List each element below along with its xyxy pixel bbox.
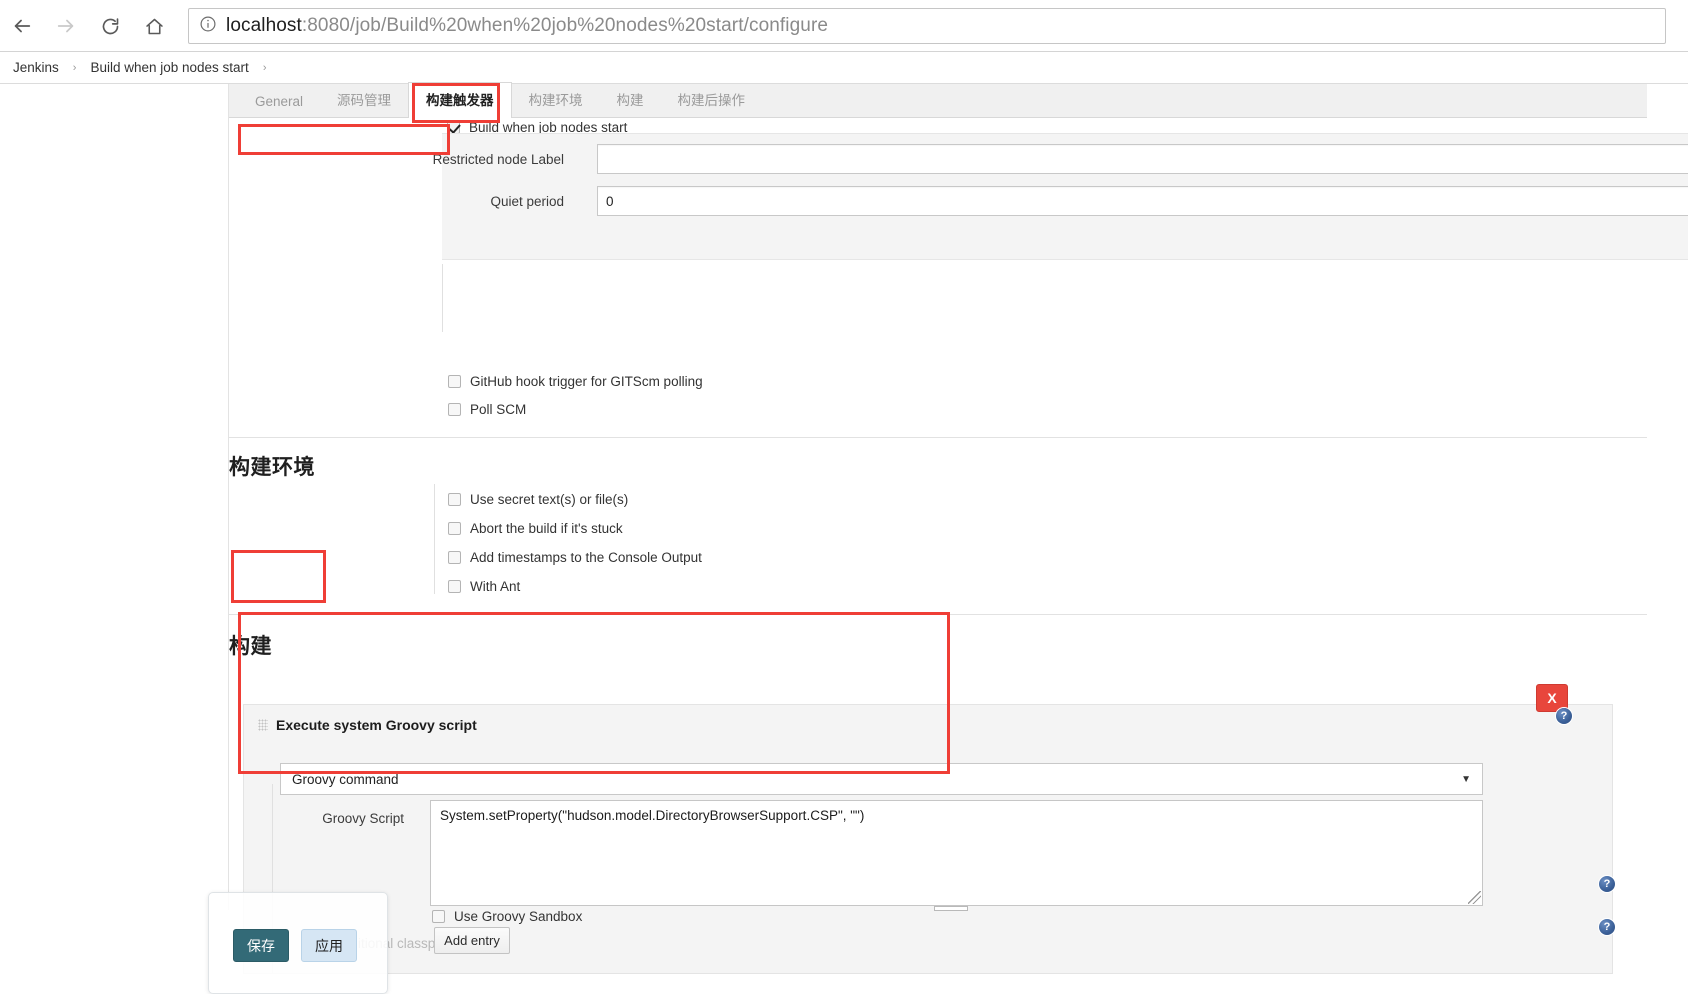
reload-icon[interactable] [88,4,132,48]
breadcrumb-separator-icon: › [72,61,77,74]
label-with-ant: With Ant [470,579,521,594]
tab-general[interactable]: General [238,88,320,117]
checkbox-use-secret-text[interactable] [448,493,461,506]
textarea-groovy-script-value: System.setProperty("hudson.model.Directo… [440,808,865,823]
section-divider [229,437,1647,438]
save-button[interactable]: 保存 [233,929,289,962]
textarea-groovy-script[interactable]: System.setProperty("hudson.model.Directo… [430,800,1483,906]
checkbox-row-poll-scm[interactable]: Poll SCM [448,402,526,417]
back-arrow-icon[interactable] [0,4,44,48]
checkbox-use-groovy-sandbox[interactable] [432,910,445,923]
checkbox-row-github-hook-trigger[interactable]: GitHub hook trigger for GITScm polling [448,374,703,389]
help-icon-builder[interactable]: ? [1556,708,1572,724]
chevron-down-icon: ▼ [1461,773,1471,785]
label-groovy-script: Groovy Script [322,811,404,826]
apply-button[interactable]: 应用 [301,929,357,962]
checkbox-row-abort-build-stuck[interactable]: Abort the build if it's stuck [448,521,623,536]
label-quiet-period: Quiet period [490,194,564,209]
breadcrumb-item-job[interactable]: Build when job nodes start [90,60,248,75]
tab-build-triggers[interactable]: 构建触发器 [408,82,512,118]
checkbox-poll-scm[interactable] [448,403,461,416]
checkbox-github-hook-trigger[interactable] [448,375,461,388]
panel-resize-handle[interactable] [934,906,968,911]
url-path: :8080/job/Build%20when%20job%20nodes%20s… [301,15,829,36]
label-add-timestamps: Add timestamps to the Console Output [470,550,702,565]
breadcrumb: Jenkins › Build when job nodes start › [0,52,1688,84]
page-body: General 源码管理 构建触发器 构建环境 构建 构建后操作 Build w… [0,82,1688,994]
label-poll-scm: Poll SCM [470,402,527,417]
builder-execute-system-groovy-script: Execute system Groovy script Groovy comm… [243,704,1613,974]
config-tab-bar: General 源码管理 构建触发器 构建环境 构建 构建后操作 [229,82,1647,118]
tab-scm[interactable]: 源码管理 [320,83,408,117]
address-bar[interactable]: localhost:8080/job/Build%20when%20job%20… [188,8,1666,44]
label-use-groovy-sandbox: Use Groovy Sandbox [454,909,583,924]
url-host: localhost [226,15,302,36]
save-bar: 保存 应用 [208,892,388,994]
checkbox-row-with-ant[interactable]: With Ant [448,579,520,594]
browser-toolbar: localhost:8080/job/Build%20when%20job%20… [0,0,1688,52]
checkbox-with-ant[interactable] [448,580,461,593]
help-icon-groovy-sandbox[interactable]: ? [1599,876,1615,892]
resize-handle-icon[interactable] [1468,891,1481,904]
home-icon[interactable] [132,4,176,48]
label-restricted-node-label: Restricted node Label [432,152,564,167]
checkbox-add-timestamps[interactable] [448,551,461,564]
select-script-source[interactable]: Groovy command ▼ [280,763,1483,795]
tab-post-build[interactable]: 构建后操作 [661,83,763,117]
heading-build: 构建 [229,635,272,658]
checkbox-row-use-groovy-sandbox[interactable]: Use Groovy Sandbox [432,909,582,924]
forward-arrow-icon [44,4,88,48]
breadcrumb-item-jenkins[interactable]: Jenkins [13,60,59,75]
add-entry-button[interactable]: Add entry [434,927,510,954]
builder-title: Execute system Groovy script [276,717,477,733]
input-quiet-period[interactable]: 0 [597,186,1688,216]
checkbox-abort-build-stuck[interactable] [448,522,461,535]
address-bar-url: localhost:8080/job/Build%20when%20job%20… [226,15,828,37]
section-divider-2 [229,614,1647,615]
label-use-secret-text: Use secret text(s) or file(s) [470,492,629,507]
tab-build-environment[interactable]: 构建环境 [512,83,600,117]
divider [434,484,435,594]
label-abort-build-stuck: Abort the build if it's stuck [470,521,623,536]
divider [442,264,443,332]
select-script-source-value: Groovy command [292,771,399,787]
info-circle-icon[interactable] [199,15,217,38]
checkbox-row-use-secret-text[interactable]: Use secret text(s) or file(s) [448,492,628,507]
tab-build[interactable]: 构建 [600,83,661,117]
heading-build-environment: 构建环境 [229,456,315,479]
breadcrumb-separator-icon-2: › [262,61,267,74]
drag-handle-icon[interactable] [258,719,268,731]
help-icon-additional-classpath[interactable]: ? [1599,919,1615,935]
input-restricted-node-label[interactable] [597,144,1688,174]
label-github-hook-trigger: GitHub hook trigger for GITScm polling [470,374,703,389]
checkbox-row-add-timestamps[interactable]: Add timestamps to the Console Output [448,550,702,565]
